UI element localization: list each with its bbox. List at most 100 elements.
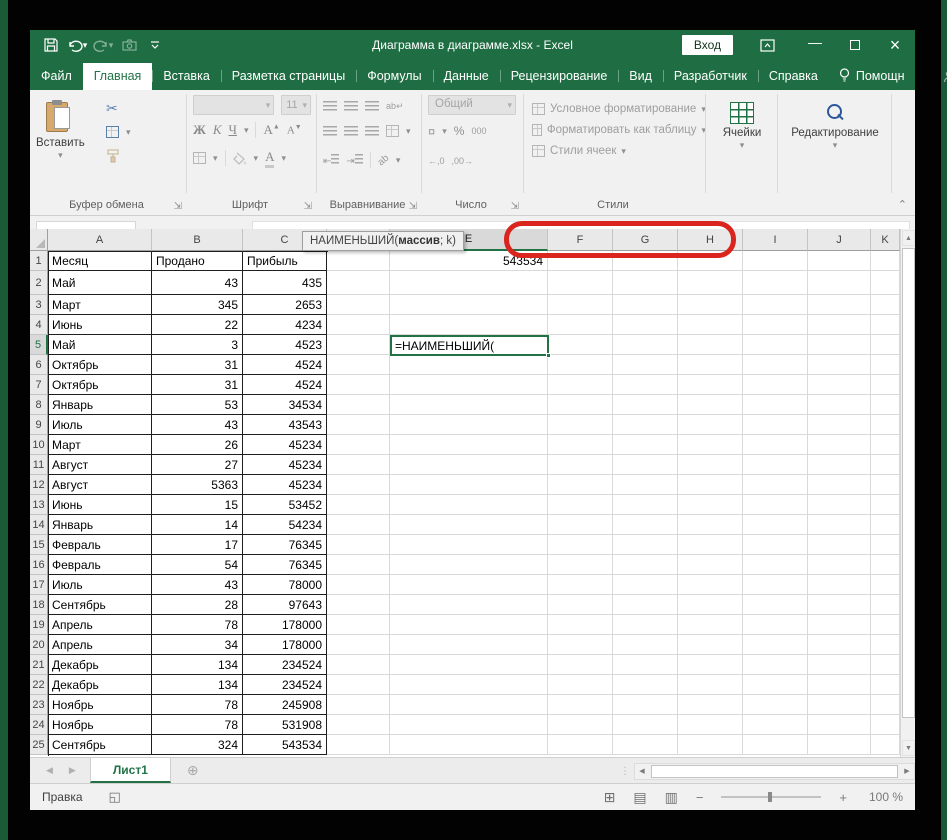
cell-F15[interactable] (548, 535, 613, 555)
cell-I11[interactable] (743, 455, 808, 475)
cell-H1[interactable] (678, 251, 743, 271)
cell-J6[interactable] (808, 355, 871, 375)
align-center-icon[interactable] (344, 126, 358, 136)
cell-H14[interactable] (678, 515, 743, 535)
cell-C13[interactable]: 53452 (243, 495, 327, 515)
cell-K8[interactable] (871, 395, 900, 415)
cell-J20[interactable] (808, 635, 871, 655)
ribbon-tab-Разработчик[interactable]: Разработчик (662, 63, 758, 90)
cell-I8[interactable] (743, 395, 808, 415)
cell-G21[interactable] (613, 655, 678, 675)
cell-I23[interactable] (743, 695, 808, 715)
cell-H6[interactable] (678, 355, 743, 375)
shrink-font-button[interactable]: A▼ (287, 123, 302, 137)
cell-H3[interactable] (678, 295, 743, 315)
cell-F13[interactable] (548, 495, 613, 515)
cell-C24[interactable]: 531908 (243, 715, 327, 735)
cell-F12[interactable] (548, 475, 613, 495)
cell-I25[interactable] (743, 735, 808, 755)
cell-B1[interactable]: Продано (152, 251, 243, 271)
row-header-8[interactable]: 8 (30, 395, 48, 415)
cell-C16[interactable]: 76345 (243, 555, 327, 575)
cell-D16[interactable] (327, 555, 390, 575)
cell-K16[interactable] (871, 555, 900, 575)
decrease-decimal-icon[interactable]: ,00→ (452, 156, 474, 166)
cell-D22[interactable] (327, 675, 390, 695)
cell-D25[interactable] (327, 735, 390, 755)
align-bottom-icon[interactable] (365, 101, 379, 111)
cell-C6[interactable]: 4524 (243, 355, 327, 375)
font-name-dropdown[interactable]: ▾ (193, 95, 275, 115)
cell-H20[interactable] (678, 635, 743, 655)
zoom-out-icon[interactable]: − (696, 790, 704, 805)
cell-H13[interactable] (678, 495, 743, 515)
sign-in-button[interactable]: Вход (681, 35, 733, 55)
cell-E10[interactable] (390, 435, 548, 455)
cell-K1[interactable] (871, 251, 900, 271)
page-break-view-icon[interactable]: ▥ (665, 789, 678, 806)
cell-J21[interactable] (808, 655, 871, 675)
cell-I15[interactable] (743, 535, 808, 555)
cell-H25[interactable] (678, 735, 743, 755)
cell-K9[interactable] (871, 415, 900, 435)
column-header-A[interactable]: A (48, 229, 152, 251)
cell-E15[interactable] (390, 535, 548, 555)
cell-B23[interactable]: 78 (152, 695, 243, 715)
cell-D7[interactable] (327, 375, 390, 395)
cell-F4[interactable] (548, 315, 613, 335)
format-painter-icon[interactable] (106, 149, 120, 163)
cell-I18[interactable] (743, 595, 808, 615)
cell-H23[interactable] (678, 695, 743, 715)
cell-I24[interactable] (743, 715, 808, 735)
cell-F5[interactable] (548, 335, 613, 355)
row-header-14[interactable]: 14 (30, 515, 48, 535)
cell-I7[interactable] (743, 375, 808, 395)
save-icon[interactable] (40, 34, 62, 56)
row-header-21[interactable]: 21 (30, 655, 48, 675)
cell-I20[interactable] (743, 635, 808, 655)
cell-G11[interactable] (613, 455, 678, 475)
row-header-2[interactable]: 2 (30, 271, 48, 295)
cell-D20[interactable] (327, 635, 390, 655)
select-all-corner[interactable] (30, 229, 48, 251)
zoom-level[interactable]: 100 % (865, 790, 903, 804)
row-header-11[interactable]: 11 (30, 455, 48, 475)
cell-A13[interactable]: Июнь (48, 495, 152, 515)
cell-J17[interactable] (808, 575, 871, 595)
share-button[interactable]: Поделиться (933, 63, 947, 90)
cell-F25[interactable] (548, 735, 613, 755)
cell-B14[interactable]: 14 (152, 515, 243, 535)
ribbon-tab-Рецензирование[interactable]: Рецензирование (499, 63, 619, 90)
cell-J3[interactable] (808, 295, 871, 315)
align-right-icon[interactable] (365, 126, 379, 136)
row-header-6[interactable]: 6 (30, 355, 48, 375)
cell-E25[interactable] (390, 735, 548, 755)
cell-H5[interactable] (678, 335, 743, 355)
cell-E1[interactable]: 543534 (390, 251, 548, 271)
cell-C5[interactable]: 4523 (243, 335, 327, 355)
cell-D4[interactable] (327, 315, 390, 335)
cell-F19[interactable] (548, 615, 613, 635)
ribbon-tab-Формулы[interactable]: Формулы (356, 63, 432, 90)
cell-F9[interactable] (548, 415, 613, 435)
column-header-B[interactable]: B (152, 229, 243, 251)
cell-D21[interactable] (327, 655, 390, 675)
cell-K25[interactable] (871, 735, 900, 755)
cell-F22[interactable] (548, 675, 613, 695)
cell-A12[interactable]: Август (48, 475, 152, 495)
cell-D2[interactable] (327, 271, 390, 295)
fill-handle[interactable] (546, 353, 551, 358)
cell-J4[interactable] (808, 315, 871, 335)
cell-K15[interactable] (871, 535, 900, 555)
ribbon-tab-Справка[interactable]: Справка (757, 63, 829, 90)
cell-J12[interactable] (808, 475, 871, 495)
cell-E18[interactable] (390, 595, 548, 615)
cell-G17[interactable] (613, 575, 678, 595)
row-header-24[interactable]: 24 (30, 715, 48, 735)
cell-H15[interactable] (678, 535, 743, 555)
cell-J1[interactable] (808, 251, 871, 271)
cell-I14[interactable] (743, 515, 808, 535)
format-as-table-button[interactable]: Форматировать как таблицу ▾ (524, 119, 706, 140)
cell-K24[interactable] (871, 715, 900, 735)
cut-icon[interactable]: ✂ (106, 100, 118, 117)
